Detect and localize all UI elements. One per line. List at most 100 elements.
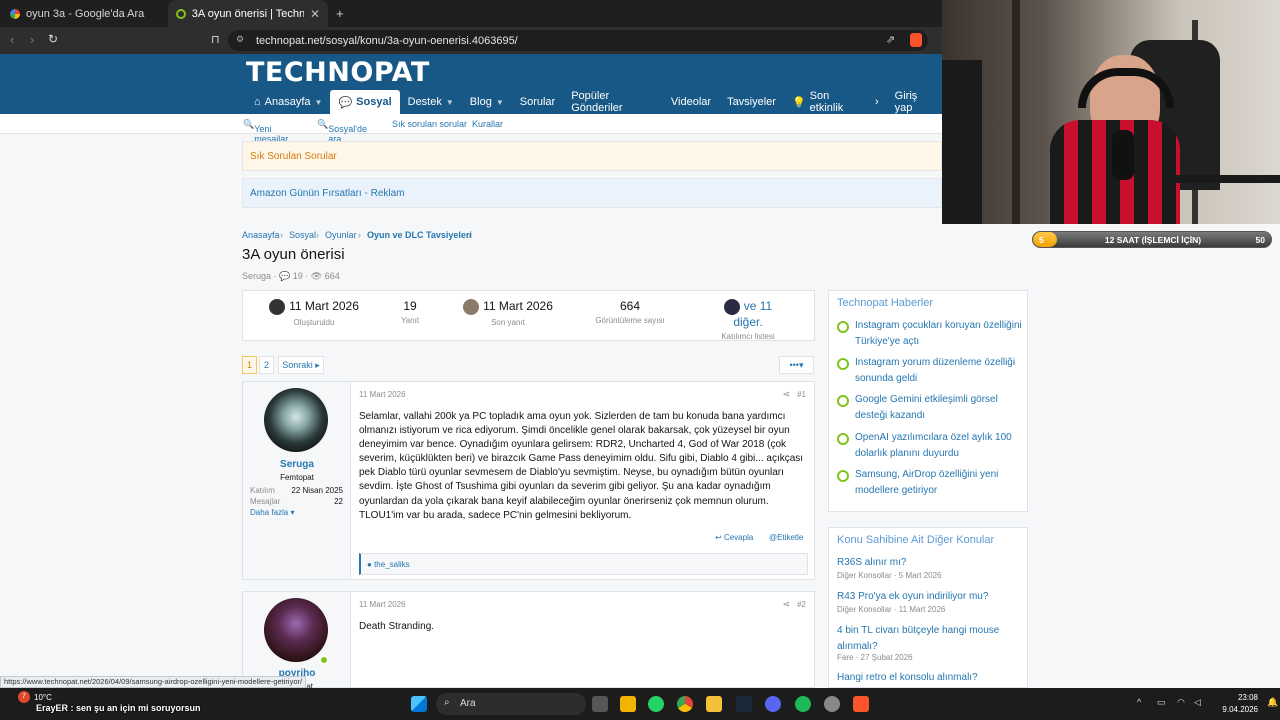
nav-videolar[interactable]: Videolar	[663, 90, 719, 114]
post-date[interactable]: 11 Mart 2026	[359, 390, 406, 399]
notification-icon[interactable]: 🔔	[1267, 697, 1278, 708]
chat-badge: 7	[18, 691, 30, 703]
power-icon	[837, 321, 849, 333]
online-status-icon	[319, 655, 329, 665]
nav-son-etkinlik[interactable]: 💡 Son etkinlik	[784, 90, 867, 114]
nav-destek[interactable]: Destek ▼	[400, 90, 462, 114]
clock-time[interactable]: 23:08	[1228, 693, 1258, 702]
breadcrumb-anasayfa[interactable]: Anasayfa	[242, 230, 280, 240]
discord-icon[interactable]	[765, 696, 781, 712]
topic-meta: Diğer Konsollar · 5 Mart 2026	[837, 571, 942, 580]
home-icon: ⌂	[254, 96, 261, 108]
page-1[interactable]: 1	[242, 356, 257, 374]
tag-button[interactable]: @Etiketle	[769, 533, 803, 542]
more-info-link[interactable]: Daha fazla ▾	[250, 508, 295, 517]
bulb-icon: 💡	[791, 96, 806, 109]
post-number[interactable]: #2	[797, 600, 806, 609]
breadcrumb-sosyal[interactable]: Sosyal	[289, 230, 316, 240]
login-link[interactable]: Giriş yap	[887, 90, 942, 114]
browser-tab-active[interactable]: 3A oyun önerisi | Technopat Sos ✕	[168, 0, 328, 27]
news-item[interactable]: Instagram yorum düzenleme özelliği sonun…	[837, 355, 1022, 386]
stat-last-reply: 11 Mart 2026 Son yanıt	[463, 299, 553, 327]
news-item[interactable]: Samsung, AirDrop özelliğini yeni modelle…	[837, 467, 1022, 498]
topic-link[interactable]: 4 bin TL civarı bütçeyle hangi mouse alı…	[837, 623, 1022, 654]
task-view-icon[interactable]	[592, 696, 608, 712]
stat-participants[interactable]: ve 11 diğer. Katılımcı listesi	[708, 299, 788, 341]
faq-link[interactable]: Sık sorulan sorular	[392, 119, 467, 129]
nav-populer[interactable]: Popüler Gönderiler	[563, 90, 663, 114]
nav-scroll-right[interactable]: ›	[867, 90, 887, 114]
url-field[interactable]: ⚙ technopat.net/sosyal/konu/3a-oyun-oene…	[228, 30, 928, 51]
reactions-bar[interactable]: ● the_saliks	[359, 553, 808, 575]
forward-icon[interactable]: ›	[30, 32, 34, 47]
thread-stats: 11 Mart 2026 Oluşturuldu 19 Yanıt 11 Mar…	[242, 290, 815, 341]
amazon-notice[interactable]: Amazon Günün Fırsatları - Reklam	[242, 178, 942, 208]
site-settings-icon[interactable]: ⚙	[236, 34, 244, 45]
nav-sosyal[interactable]: 💬 Sosyal	[330, 90, 400, 114]
status-url-tooltip: https://www.technopat.net/2026/04/09/sam…	[0, 676, 307, 688]
other-topics-widget: Konu Sahibine Ait Diğer Konular R36S alı…	[828, 527, 1028, 688]
file-explorer-icon[interactable]	[706, 696, 722, 712]
steam-icon[interactable]	[736, 696, 752, 712]
progress-end: 50	[1255, 235, 1265, 245]
browser-tab[interactable]: oyun 3a - Google'da Ara	[2, 0, 167, 27]
wifi-icon[interactable]: ◠	[1177, 697, 1185, 708]
back-icon[interactable]: ‹	[10, 32, 14, 47]
bookmark-icon[interactable]: ⊓	[211, 33, 220, 46]
network-icon[interactable]: ▭	[1157, 697, 1166, 708]
volume-icon[interactable]: ◁	[1194, 697, 1201, 708]
whatsapp-icon[interactable]	[648, 696, 664, 712]
topic-link[interactable]: R36S alınır mı?	[837, 555, 1022, 571]
brave-icon[interactable]	[853, 696, 869, 712]
nav-sorular[interactable]: Sorular	[512, 90, 563, 114]
avatar[interactable]	[264, 598, 328, 662]
breadcrumb-oyunlar[interactable]: Oyunlar	[325, 230, 357, 240]
page-2[interactable]: 2	[259, 356, 274, 374]
windows-start-icon[interactable]	[411, 696, 427, 712]
search-link[interactable]: 🔍 Sosyal'de ara	[317, 119, 367, 144]
avatar	[723, 299, 740, 315]
technopat-logo[interactable]: TECHNOPAT	[246, 57, 430, 88]
like-icon: ●	[367, 560, 372, 569]
store-icon[interactable]	[620, 696, 636, 712]
post: Seruga Femtopat Katılım 22 Nisan 2025 Me…	[242, 381, 815, 580]
new-tab-icon[interactable]: +	[336, 6, 344, 21]
thread-tools-button[interactable]: ••• ▾	[779, 356, 814, 374]
next-page-button[interactable]: Sonraki ▸	[278, 356, 324, 374]
tray-chevron-icon[interactable]: ^	[1137, 697, 1141, 707]
username[interactable]: Seruga	[243, 459, 351, 470]
news-item[interactable]: OpenAI yazılımcılara özel aylık 100 dola…	[837, 430, 1022, 461]
spotify-icon[interactable]	[795, 696, 811, 712]
share-icon[interactable]: ⋖	[782, 599, 790, 610]
post-number[interactable]: #1	[797, 390, 806, 399]
clock-date[interactable]: 9.04.2026	[1214, 705, 1258, 714]
reload-icon[interactable]: ↻	[48, 32, 58, 46]
post-date[interactable]: 11 Mart 2026	[359, 600, 406, 609]
thread-meta: Seruga · 💬 19 · 👁 664	[242, 271, 340, 281]
topic-link[interactable]: Hangi retro el konsolu alınmalı?	[837, 670, 1022, 686]
stat-created: 11 Mart 2026 Oluşturuldu	[269, 299, 359, 327]
rules-link[interactable]: Kurallar	[472, 119, 503, 129]
reply-button[interactable]: ↩ Cevapla	[715, 533, 753, 542]
topic-link[interactable]: R43 Pro'ya ek oyun indiriliyor mu?	[837, 589, 1022, 605]
new-messages-link[interactable]: 🔍 Yeni mesajlar	[243, 119, 288, 144]
browser-tab-bar: oyun 3a - Google'da Ara 3A oyun önerisi …	[0, 0, 942, 27]
close-tab-icon[interactable]: ✕	[310, 7, 320, 21]
share-icon[interactable]: ⇗	[886, 33, 895, 46]
brave-shield-icon[interactable]	[910, 33, 922, 47]
author-link[interactable]: Seruga	[242, 271, 271, 281]
breadcrumb-oyun-dlc[interactable]: Oyun ve DLC Tavsiyeleri	[367, 230, 472, 240]
news-item[interactable]: Instagram çocukları koruyan özelliğini T…	[837, 318, 1022, 349]
weather-temp[interactable]: 10°C	[34, 693, 52, 702]
share-icon[interactable]: ⋖	[782, 389, 790, 400]
avatar[interactable]	[264, 388, 328, 452]
chrome-icon[interactable]	[677, 696, 693, 712]
goal-progress-bar: 5 12 SAAT (İŞLEMCİ İÇİN) 50	[1032, 231, 1272, 248]
nav-blog[interactable]: Blog ▼	[462, 90, 512, 114]
settings-icon[interactable]	[824, 696, 840, 712]
news-item[interactable]: Google Gemini etkileşimli görsel desteği…	[837, 392, 1022, 423]
faq-notice[interactable]: Sık Sorulan Sorular	[242, 141, 942, 171]
nav-tavsiyeler[interactable]: Tavsiyeler	[719, 90, 784, 114]
nav-anasayfa[interactable]: ⌂ Anasayfa ▼	[246, 90, 330, 114]
taskbar-search[interactable]: ⌕ Ara	[436, 693, 586, 715]
